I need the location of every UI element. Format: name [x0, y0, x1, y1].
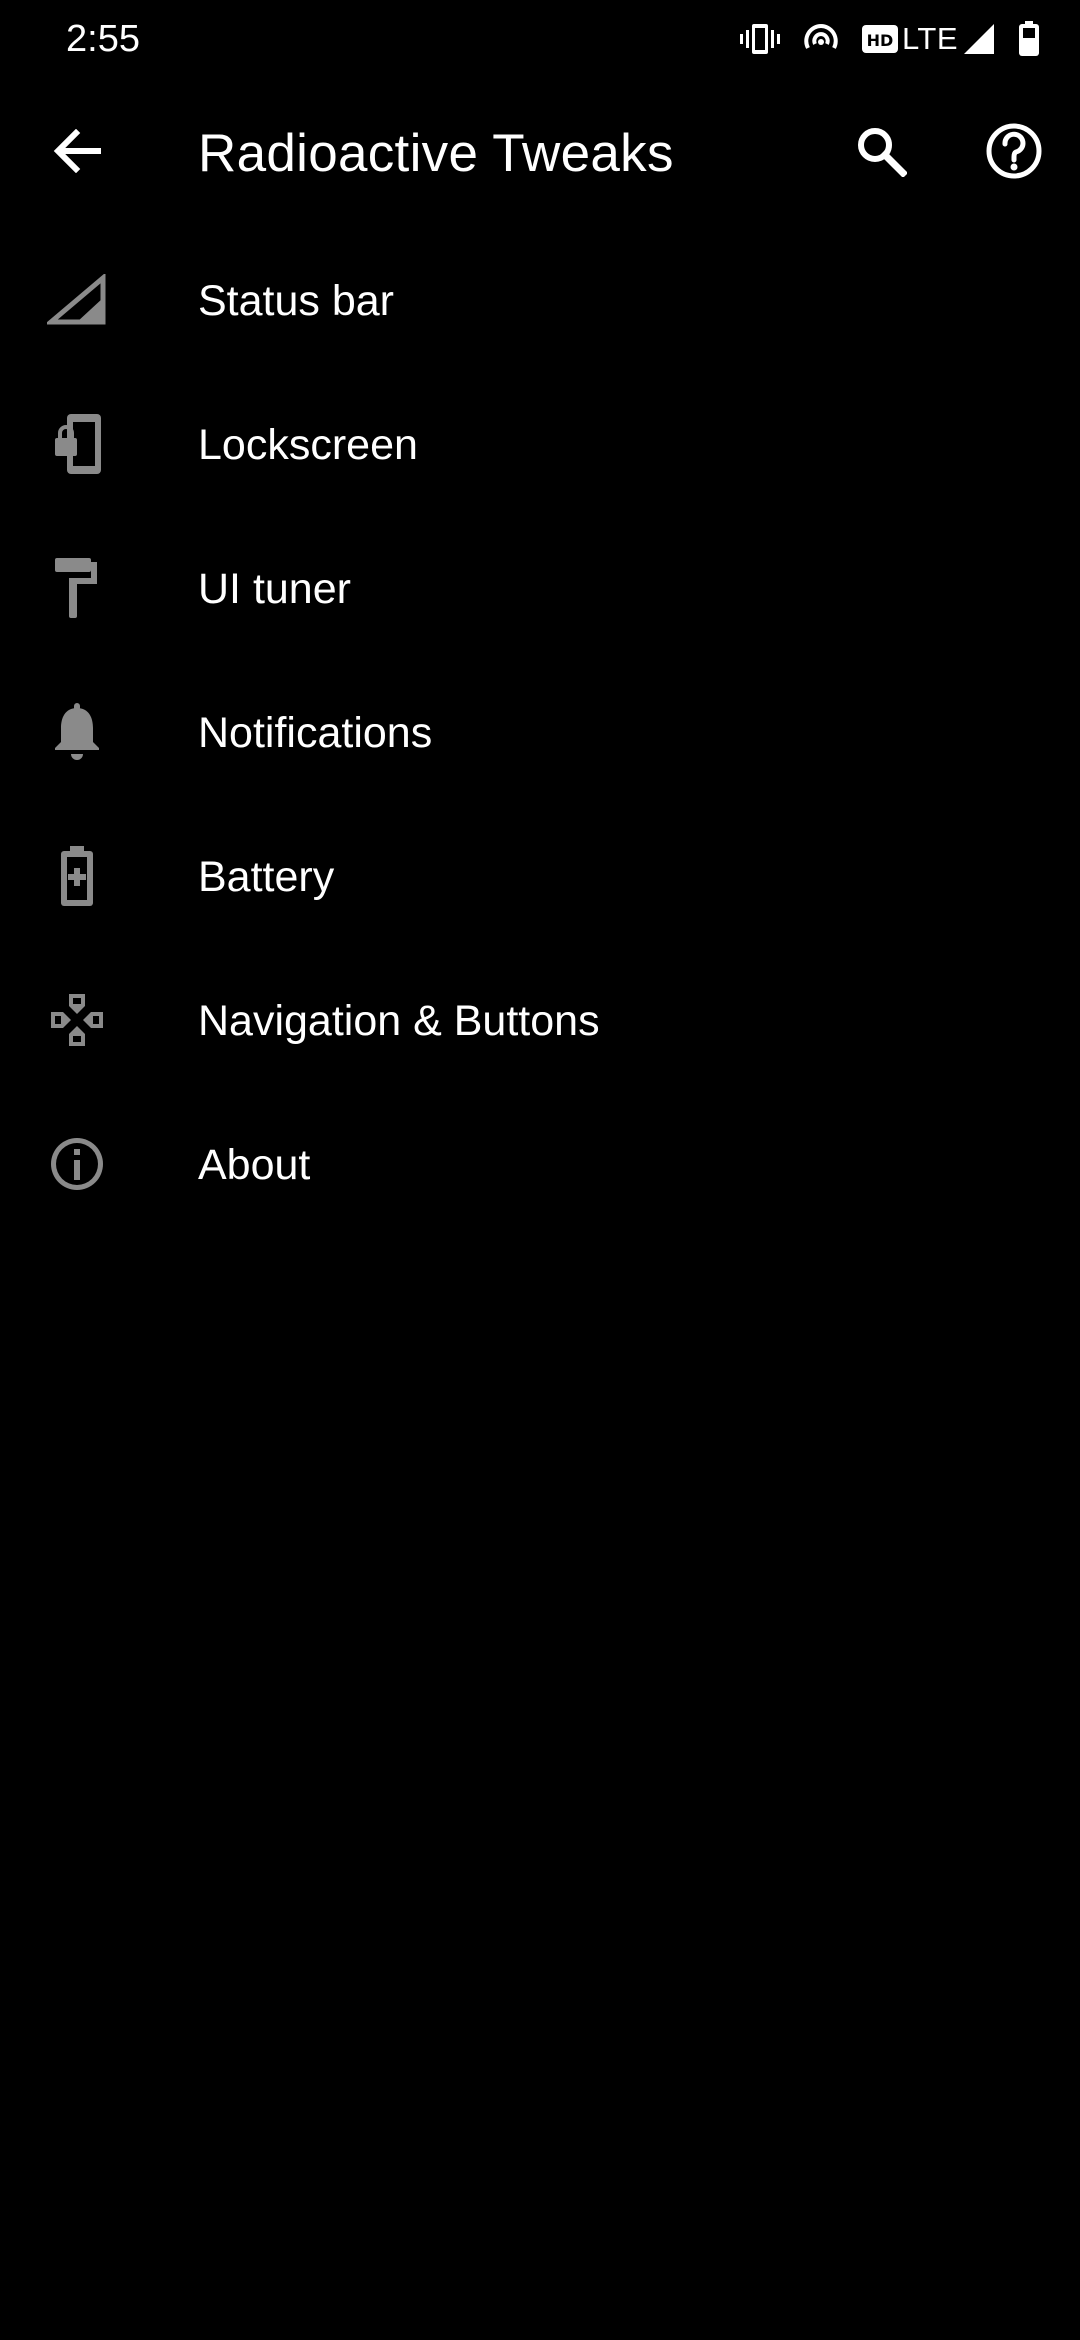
- vibrate-icon: [739, 22, 780, 56]
- menu-item-label: Status bar: [198, 277, 394, 325]
- help-circle-icon: [985, 122, 1043, 185]
- settings-list: Status bar Lockscreen UI tuner Notificat…: [0, 228, 1080, 1236]
- hotspot-icon: [802, 22, 840, 56]
- menu-item-ui-tuner[interactable]: UI tuner: [0, 516, 1080, 660]
- menu-item-about[interactable]: About: [0, 1092, 1080, 1236]
- battery-icon: [1018, 21, 1040, 57]
- menu-item-navigation-buttons[interactable]: Navigation & Buttons: [0, 948, 1080, 1092]
- battery-charging-icon: [40, 846, 114, 906]
- status-icons: HD LTE: [739, 14, 1040, 64]
- hd-icon: HD: [861, 23, 898, 55]
- menu-item-label: Lockscreen: [198, 421, 418, 469]
- network-indicator: HD LTE: [861, 14, 996, 64]
- status-bar: 2:55 HD LTE: [0, 0, 1080, 78]
- menu-item-status-bar[interactable]: Status bar: [0, 228, 1080, 372]
- help-button[interactable]: [969, 108, 1059, 198]
- menu-item-label: About: [198, 1141, 311, 1189]
- cell-signal-icon: [40, 270, 114, 330]
- menu-item-notifications[interactable]: Notifications: [0, 660, 1080, 804]
- status-time: 2:55: [66, 18, 140, 60]
- menu-item-lockscreen[interactable]: Lockscreen: [0, 372, 1080, 516]
- menu-item-label: Navigation & Buttons: [198, 997, 600, 1045]
- search-icon: [855, 125, 908, 182]
- menu-item-label: Battery: [198, 853, 335, 901]
- svg-text:HD: HD: [867, 31, 894, 50]
- gamepad-icon: [40, 990, 114, 1050]
- menu-item-label: UI tuner: [198, 565, 351, 613]
- back-button[interactable]: [32, 108, 122, 198]
- phone-lock-icon: [40, 414, 114, 474]
- arrow-back-icon: [52, 128, 102, 178]
- search-button[interactable]: [836, 108, 926, 198]
- paint-roller-icon: [40, 558, 114, 618]
- app-bar: Radioactive Tweaks: [0, 78, 1080, 228]
- menu-item-label: Notifications: [198, 709, 433, 757]
- lte-label: LTE: [901, 21, 958, 56]
- page-title: Radioactive Tweaks: [198, 124, 674, 183]
- bell-icon: [40, 702, 114, 762]
- menu-item-battery[interactable]: Battery: [0, 804, 1080, 948]
- signal-icon: [962, 22, 996, 56]
- info-icon: [40, 1134, 114, 1194]
